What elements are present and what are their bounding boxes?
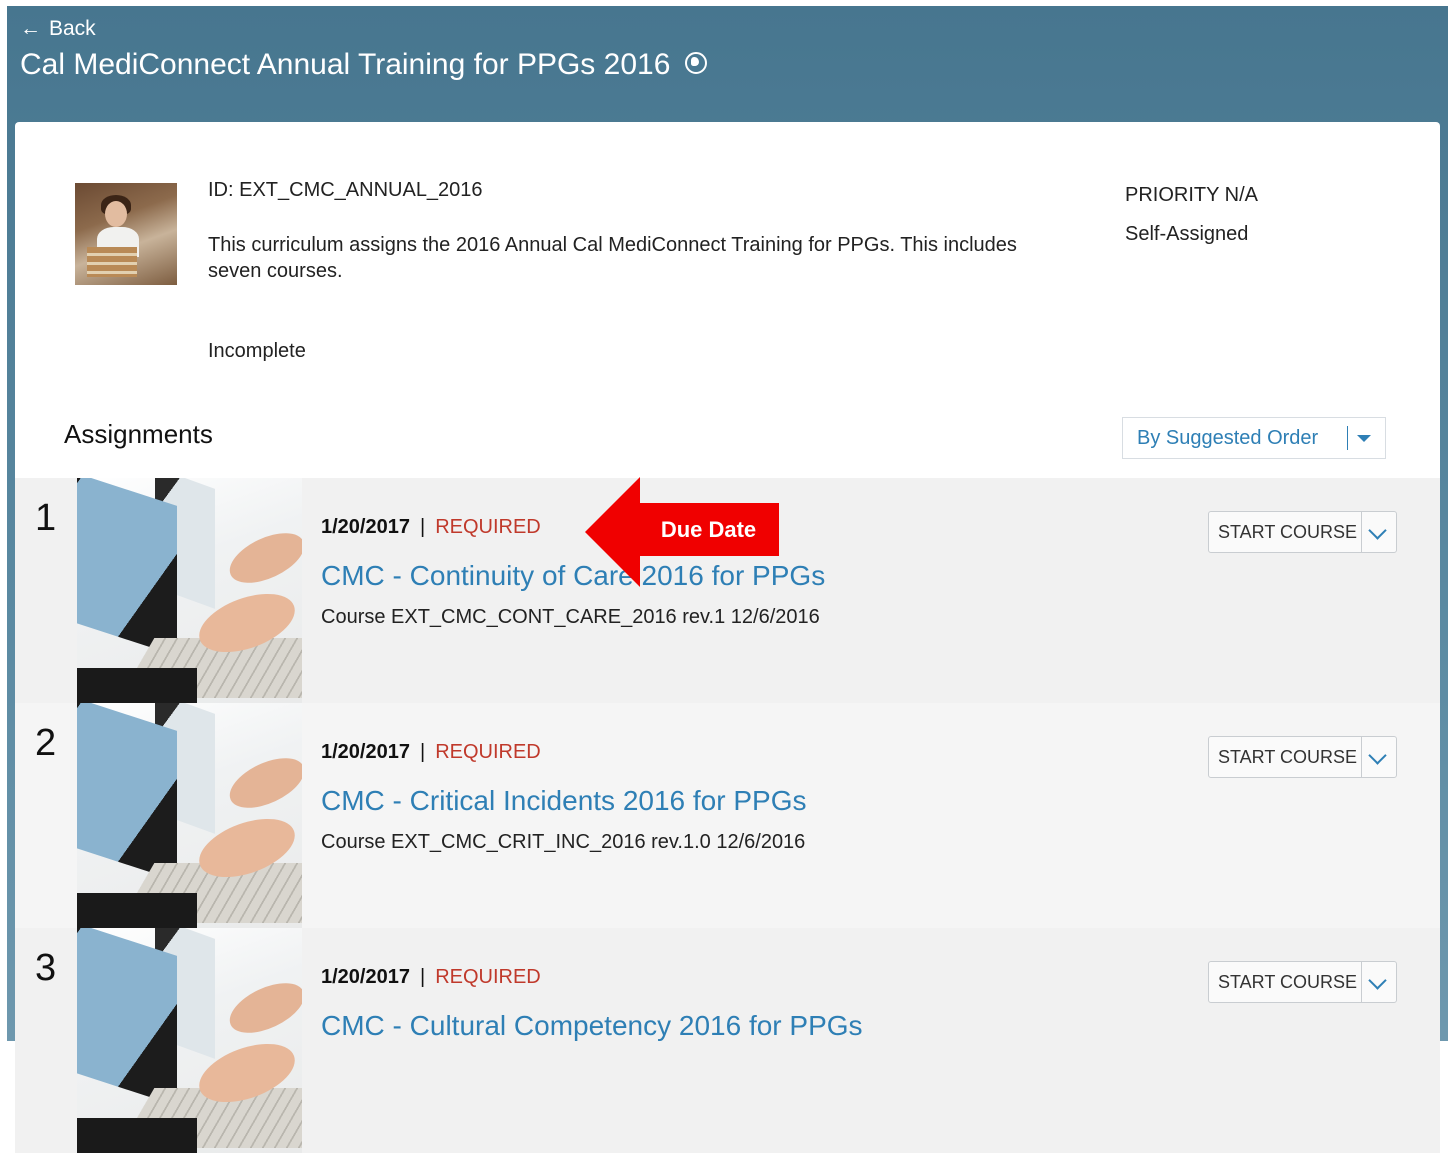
assignment-number: 3 (35, 947, 57, 989)
priority-label: PRIORITY N/A (1125, 184, 1258, 206)
page-title-text: Cal MediConnect Annual Training for PPGs… (20, 48, 671, 81)
annotation-label: Due Date (638, 503, 779, 556)
due-line: 1/20/2017 | REQUIRED (321, 516, 541, 539)
start-course-label: START COURSE (1218, 747, 1358, 767)
due-separator: | (419, 966, 426, 988)
required-badge: REQUIRED (435, 741, 541, 763)
globe-icon (684, 52, 707, 75)
caret-down-icon (1357, 435, 1371, 442)
chevron-down-icon[interactable] (1361, 512, 1396, 552)
start-course-button[interactable]: START COURSE (1208, 961, 1397, 1003)
assignments-heading: Assignments (64, 419, 213, 449)
page-title: Cal MediConnect Annual Training for PPGs… (20, 48, 707, 82)
back-label: Back (49, 17, 96, 40)
due-separator: | (419, 741, 426, 763)
sort-dropdown[interactable]: By Suggested Order (1122, 417, 1386, 459)
assignment-row: 2 1/20/2017 | REQUIRED CMC - Critical Inci… (15, 703, 1440, 928)
course-info: Course EXT_CMC_CONT_CARE_2016 rev.1 12/6… (321, 606, 820, 628)
chevron-down-icon[interactable] (1361, 737, 1396, 777)
curriculum-description: This curriculum assigns the 2016 Annual … (208, 234, 1017, 282)
start-course-label: START COURSE (1218, 972, 1358, 992)
due-separator: | (419, 516, 426, 538)
arrow-left-icon (585, 477, 640, 587)
due-date: 1/20/2017 (321, 966, 410, 988)
back-arrow-icon: ← (20, 17, 41, 40)
sort-separator (1347, 426, 1348, 450)
course-title-link[interactable]: CMC - Critical Incidents 2016 for PPGs (321, 785, 807, 817)
assignment-type: Self-Assigned (1125, 223, 1249, 245)
start-course-button[interactable]: START COURSE (1208, 736, 1397, 778)
course-thumbnail (77, 478, 302, 703)
curriculum-status: Incomplete (208, 340, 306, 362)
due-date-annotation: Due Date (585, 477, 780, 587)
curriculum-id: ID: EXT_CMC_ANNUAL_2016 (208, 179, 483, 201)
start-course-label: START COURSE (1218, 522, 1358, 542)
back-link[interactable]: ← Back (20, 17, 96, 41)
assignment-number: 1 (35, 497, 57, 539)
course-thumbnail (77, 703, 302, 928)
sort-dropdown-label: By Suggested Order (1137, 427, 1319, 449)
required-badge: REQUIRED (435, 966, 541, 988)
due-date: 1/20/2017 (321, 741, 410, 763)
course-info: Course EXT_CMC_CRIT_INC_2016 rev.1.0 12/… (321, 831, 806, 853)
assignment-number: 2 (35, 722, 57, 764)
course-title-link[interactable]: CMC - Cultural Competency 2016 for PPGs (321, 1010, 863, 1042)
due-line: 1/20/2017 | REQUIRED (321, 741, 541, 764)
due-date: 1/20/2017 (321, 516, 410, 538)
curriculum-thumbnail (75, 183, 177, 285)
required-badge: REQUIRED (435, 516, 541, 538)
start-course-button[interactable]: START COURSE (1208, 511, 1397, 553)
due-line: 1/20/2017 | REQUIRED (321, 966, 541, 989)
chevron-down-icon[interactable] (1361, 962, 1396, 1002)
